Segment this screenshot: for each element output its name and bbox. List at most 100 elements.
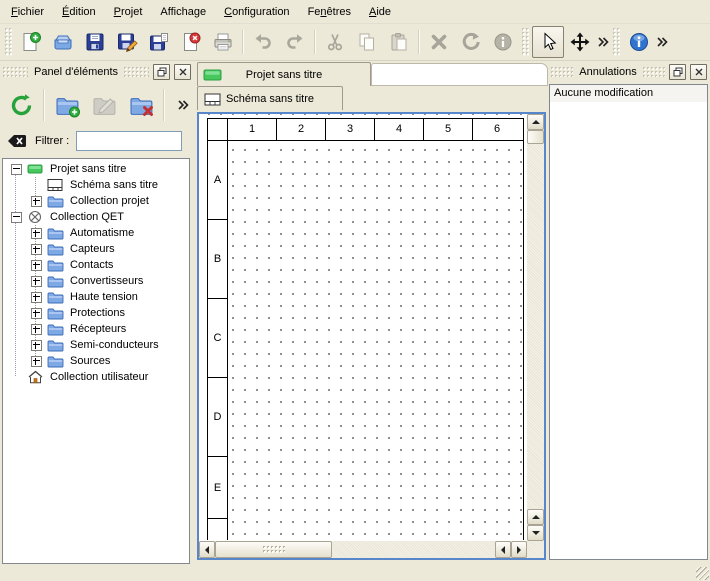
save-all-button[interactable]: [143, 26, 175, 58]
delete-button[interactable]: [423, 26, 455, 58]
expander-icon[interactable]: [31, 308, 42, 319]
new-category-button[interactable]: [50, 87, 84, 123]
elements-panel-titlebar[interactable]: Panel d'éléments: [0, 62, 194, 82]
print-icon: [212, 31, 234, 53]
expander-icon[interactable]: [31, 260, 42, 271]
copy-button[interactable]: [351, 26, 383, 58]
open-project-button[interactable]: [47, 26, 79, 58]
edit-category-button[interactable]: [87, 87, 121, 123]
menu-item[interactable]: Projet: [105, 3, 152, 21]
tree-item[interactable]: Collection projet: [3, 193, 189, 209]
undo-button[interactable]: [247, 26, 279, 58]
tree-item-label: Convertisseurs: [70, 275, 143, 287]
menu-item[interactable]: Affichage: [151, 3, 215, 21]
save-as-button[interactable]: [111, 26, 143, 58]
delete-category-button[interactable]: [124, 87, 158, 123]
scroll-left-button[interactable]: [199, 541, 215, 558]
expander-icon[interactable]: [11, 372, 22, 383]
tree-item[interactable]: Collection utilisateur: [3, 369, 189, 385]
horizontal-scrollbar[interactable]: [199, 541, 527, 558]
scroll-down-button[interactable]: [527, 525, 544, 541]
expander-icon[interactable]: [11, 164, 22, 175]
tree-item[interactable]: Capteurs: [3, 241, 189, 257]
close-panel-button[interactable]: [690, 64, 707, 80]
tree-item-label: Capteurs: [70, 243, 115, 255]
redo-icon: [284, 31, 306, 53]
menu-item[interactable]: Configuration: [215, 3, 298, 21]
schema-tab[interactable]: Schéma sans titre: [197, 86, 343, 110]
expander-icon[interactable]: [31, 324, 42, 335]
filter-input[interactable]: [76, 131, 182, 151]
tree-item[interactable]: Haute tension: [3, 289, 189, 305]
reload-collections-button[interactable]: [4, 87, 38, 123]
tree-item[interactable]: Récepteurs: [3, 321, 189, 337]
expander-icon[interactable]: [31, 228, 42, 239]
expander-icon[interactable]: [31, 180, 42, 191]
paste-button[interactable]: [383, 26, 415, 58]
panel-overflow-chevron-icon[interactable]: [176, 90, 190, 120]
save-button[interactable]: [79, 26, 111, 58]
expander-icon[interactable]: [31, 340, 42, 351]
clear-filter-button[interactable]: [6, 132, 28, 150]
horizontal-scrollbar-thumb[interactable]: [215, 541, 332, 558]
tree-item[interactable]: Protections: [3, 305, 189, 321]
menu-item[interactable]: Édition: [53, 3, 105, 21]
scrollbar-track[interactable]: [527, 144, 544, 509]
expander-icon[interactable]: [11, 212, 22, 223]
menu-item[interactable]: Fichier: [2, 3, 53, 21]
float-panel-button[interactable]: [153, 64, 170, 80]
move-mode-button[interactable]: [564, 26, 596, 58]
vertical-scrollbar-thumb[interactable]: [527, 130, 544, 144]
scroll-up-button[interactable]: [527, 509, 544, 525]
tree-item-icon: [47, 274, 65, 288]
diagram-canvas[interactable]: 1 2 3 4 5 6 A: [199, 114, 527, 541]
vertical-scrollbar[interactable]: [527, 114, 544, 541]
tree-item[interactable]: Automatisme: [3, 225, 189, 241]
tree-item[interactable]: Collection QET: [3, 209, 189, 225]
float-panel-button[interactable]: [669, 64, 686, 80]
toolbar-drag-handle[interactable]: [522, 28, 529, 56]
tree-item[interactable]: Convertisseurs: [3, 273, 189, 289]
expander-icon[interactable]: [31, 356, 42, 367]
new-category-icon: [54, 92, 81, 119]
frame-row-partial: [208, 519, 523, 540]
redo-button[interactable]: [279, 26, 311, 58]
project-tab[interactable]: Projet sans titre: [197, 62, 371, 86]
scroll-up-button[interactable]: [527, 114, 544, 130]
window-resize-grip[interactable]: [696, 567, 709, 580]
tree-item[interactable]: Schéma sans titre: [3, 177, 189, 193]
filter-label: Filtrer :: [35, 135, 69, 147]
tree-item-label: Collection QET: [50, 211, 124, 223]
tree-item[interactable]: Semi-conducteurs: [3, 337, 189, 353]
undo-panel-titlebar[interactable]: Annulations: [548, 62, 710, 82]
print-button[interactable]: [207, 26, 239, 58]
toolbar-drag-handle[interactable]: [5, 28, 12, 56]
tree-item[interactable]: Sources: [3, 353, 189, 369]
expander-icon[interactable]: [31, 244, 42, 255]
undo-list-item[interactable]: Aucune modification: [550, 85, 707, 102]
expander-icon[interactable]: [31, 196, 42, 207]
expander-icon[interactable]: [31, 292, 42, 303]
close-panel-button[interactable]: [174, 64, 191, 80]
toolbar-overflow-chevron-icon[interactable]: [655, 27, 669, 57]
new-document-button[interactable]: [15, 26, 47, 58]
cut-button[interactable]: [319, 26, 351, 58]
tree-item-label: Semi-conducteurs: [70, 339, 159, 351]
close-icon: [694, 67, 704, 77]
scroll-right-button[interactable]: [511, 541, 527, 558]
tree-item[interactable]: Contacts: [3, 257, 189, 273]
rotate-button[interactable]: [455, 26, 487, 58]
pointer-mode-button[interactable]: [532, 26, 564, 58]
about-info-button[interactable]: [623, 26, 655, 58]
toolbar-overflow-chevron-icon[interactable]: [596, 27, 610, 57]
menu-item[interactable]: Fenêtres: [299, 3, 360, 21]
tree-item[interactable]: Projet sans titre: [3, 161, 189, 177]
toolbar-drag-handle[interactable]: [613, 28, 620, 56]
element-info-button[interactable]: [487, 26, 519, 58]
expander-icon[interactable]: [31, 276, 42, 287]
scroll-left-button[interactable]: [495, 541, 511, 558]
close-file-button[interactable]: [175, 26, 207, 58]
tree-item-label: Collection projet: [70, 195, 149, 207]
scrollbar-track[interactable]: [332, 541, 495, 558]
menu-item[interactable]: Aide: [360, 3, 400, 21]
